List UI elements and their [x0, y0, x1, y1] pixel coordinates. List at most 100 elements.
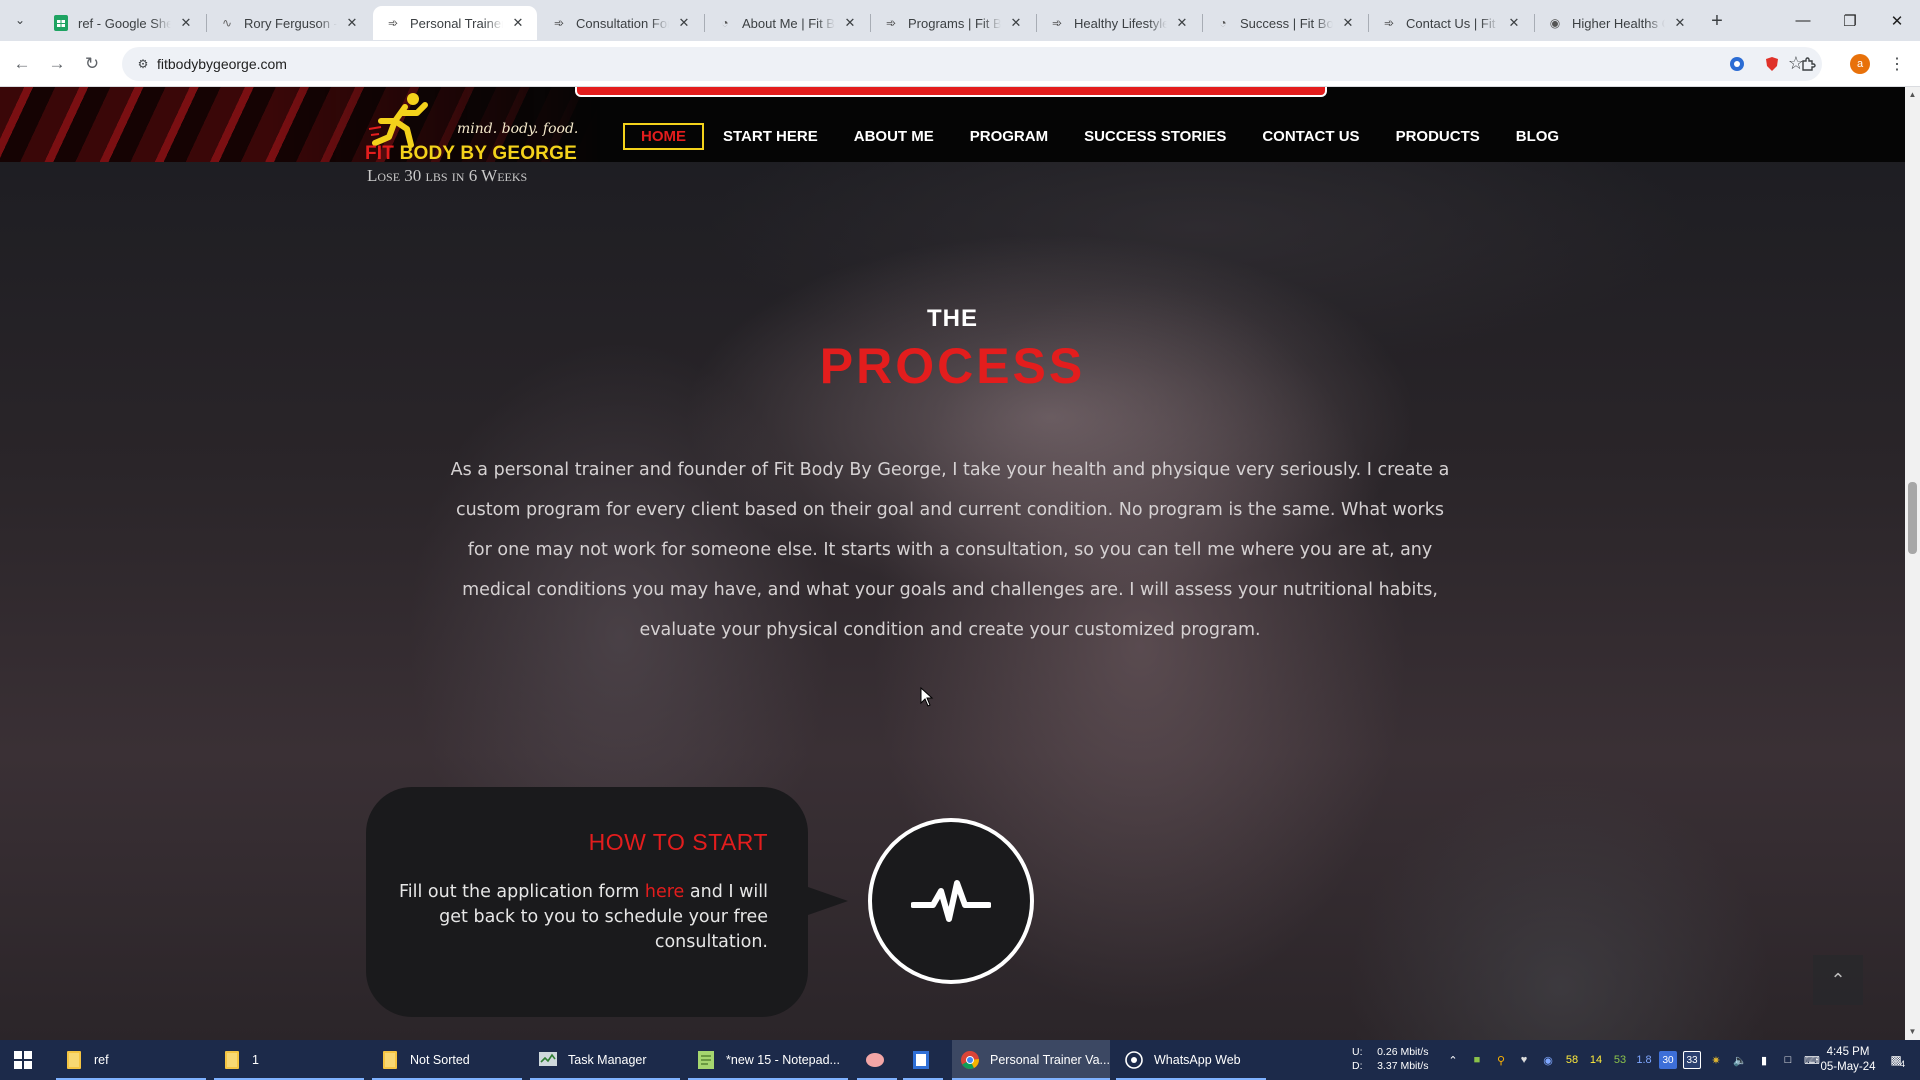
browser-tab[interactable]: ➾ Healthy Lifestyle ✕	[1037, 6, 1201, 40]
app-icon	[865, 1050, 885, 1070]
browser-tab[interactable]: ➾ Personal Trainer V ✕	[373, 6, 537, 40]
application-form-link[interactable]: here	[645, 882, 684, 902]
process-description: As a personal trainer and founder of Fit…	[450, 460, 1450, 640]
browser-tab[interactable]: ➾ Contact Us | Fit Bo ✕	[1369, 6, 1533, 40]
taskbar-item[interactable]: ref	[56, 1040, 206, 1080]
tab-close-icon[interactable]: ✕	[1505, 14, 1523, 32]
scrollbar-thumb[interactable]	[1908, 482, 1917, 554]
site-logo[interactable]: mind. body. food. FIT BODY BY GEORGE Los…	[365, 91, 578, 185]
minimize-button[interactable]: —	[1780, 0, 1826, 41]
taskbar-item[interactable]: WhatsApp Web	[1116, 1040, 1266, 1080]
browser-tab[interactable]: ◔ About Me | Fit Bo ✕	[705, 6, 869, 40]
browser-tab[interactable]: ∿ Rory Ferguson - P ✕	[207, 6, 371, 40]
runner-icon: ➾	[1383, 16, 1395, 30]
tray-app-icon[interactable]: ■	[1468, 1051, 1486, 1069]
notepad-plus-icon	[696, 1050, 716, 1070]
start-button[interactable]	[0, 1040, 46, 1080]
tab-close-icon[interactable]: ✕	[509, 14, 527, 32]
task-manager-icon	[538, 1050, 558, 1070]
browser-tab[interactable]: ◉ Higher Healths Ca ✕	[1535, 6, 1699, 40]
nav-item-blog[interactable]: BLOG	[1499, 124, 1576, 149]
top-banner-bar[interactable]	[575, 87, 1327, 97]
tab-close-icon[interactable]: ✕	[1007, 14, 1025, 32]
profile-initial: a	[1856, 58, 1864, 70]
tab-close-icon[interactable]: ✕	[841, 14, 859, 32]
network-icon[interactable]: □	[1779, 1051, 1797, 1069]
tab-title: Higher Healths Ca	[1572, 15, 1665, 31]
profile-avatar[interactable]: a	[1849, 53, 1871, 75]
reload-button[interactable]: ↻	[78, 50, 106, 78]
nav-item-contact-us[interactable]: CONTACT US	[1245, 124, 1376, 149]
tray-number-5: 30	[1659, 1051, 1677, 1069]
card-pointer	[808, 887, 848, 915]
page-scrollbar[interactable]: ▲ ▼	[1905, 87, 1920, 1040]
nav-item-start-here[interactable]: START HERE	[706, 124, 835, 149]
tab-close-icon[interactable]: ✕	[675, 14, 693, 32]
runner-icon: ➾	[387, 16, 399, 30]
taskbar-item-label: WhatsApp Web	[1154, 1053, 1241, 1067]
search-tray-icon[interactable]: ⚲	[1492, 1051, 1510, 1069]
back-to-top-button[interactable]: ⌃	[1813, 955, 1863, 1005]
nav-item-success-stories[interactable]: SUCCESS STORIES	[1067, 124, 1243, 149]
tab-close-icon[interactable]: ✕	[1671, 14, 1689, 32]
nav-item-about-me[interactable]: ABOUT ME	[837, 124, 951, 149]
url-text[interactable]: fitbodybygeorge.com	[157, 56, 287, 72]
chrome-icon	[960, 1050, 980, 1070]
forward-button[interactable]: →	[43, 50, 71, 78]
tab-close-icon[interactable]: ✕	[1339, 14, 1357, 32]
tab-close-icon[interactable]: ✕	[343, 14, 361, 32]
browser-tab[interactable]: ◔ Success | Fit Body ✕	[1203, 6, 1367, 40]
taskbar-item[interactable]: 1	[214, 1040, 364, 1080]
taskbar-item[interactable]: Task Manager	[530, 1040, 680, 1080]
whatsapp-icon	[1124, 1050, 1144, 1070]
extensions-puzzle-icon[interactable]	[1797, 53, 1819, 75]
taskbar-item[interactable]: Not Sorted	[372, 1040, 522, 1080]
tab-close-icon[interactable]: ✕	[1173, 14, 1191, 32]
notification-count: 4	[1899, 1059, 1905, 1069]
nav-item-program[interactable]: PROGRAM	[953, 124, 1065, 149]
notification-center-button[interactable]: ▩ 4	[1886, 1050, 1906, 1070]
extension-icon-1[interactable]	[1726, 53, 1748, 75]
browser-menu-button[interactable]: ⋮	[1886, 53, 1908, 75]
mouse-cursor-icon	[920, 687, 934, 707]
volume-icon[interactable]: 🔈	[1731, 1051, 1749, 1069]
tab-search-button[interactable]: ⌄	[8, 8, 32, 32]
browser-tab[interactable]: ➾ Programs | Fit Boc ✕	[871, 6, 1035, 40]
nav-item-home[interactable]: HOME	[623, 122, 704, 150]
taskbar-item[interactable]	[857, 1040, 897, 1080]
close-window-button[interactable]: ✕	[1874, 0, 1920, 41]
new-tab-button[interactable]: +	[1704, 8, 1730, 34]
nav-item-products[interactable]: PRODUCTS	[1379, 124, 1497, 149]
minimize-icon: —	[1795, 12, 1811, 29]
how-to-start-card: HOW TO START Fill out the application fo…	[366, 787, 808, 1017]
plus-icon: +	[1711, 9, 1723, 32]
tray-app-2-icon[interactable]: ✷	[1707, 1051, 1725, 1069]
tray-number-3: 53	[1613, 1054, 1627, 1066]
chevron-up-icon: ⌃	[1830, 969, 1846, 990]
clock-date: 05-May-24	[1820, 1061, 1876, 1073]
browser-tab[interactable]: ➾ Consultation Form ✕	[539, 6, 703, 40]
site-info-icon[interactable]: ⚙	[134, 55, 152, 73]
taskbar-item[interactable]: *new 15 - Notepad...	[688, 1040, 848, 1080]
taskbar-item[interactable]: Personal Trainer Va...	[952, 1040, 1110, 1080]
signature-icon: ∿	[221, 16, 233, 30]
shield-extension-icon[interactable]	[1761, 53, 1783, 75]
taskbar-item-label: ref	[94, 1053, 109, 1067]
battery-icon[interactable]: ▮	[1755, 1051, 1773, 1069]
show-hidden-icons-chevron-icon[interactable]: ⌃	[1444, 1051, 1462, 1069]
tab-close-icon[interactable]: ✕	[177, 14, 195, 32]
tab-separator	[1202, 14, 1203, 32]
restore-button[interactable]: ❐	[1827, 0, 1873, 41]
arrow-left-icon: ←	[13, 54, 31, 73]
logo-brand: FIT BODY BY GEORGE	[365, 143, 577, 165]
scroll-down-arrow-icon[interactable]: ▼	[1908, 1027, 1917, 1036]
scroll-up-arrow-icon[interactable]: ▲	[1908, 90, 1917, 99]
clock[interactable]: 4:45 PM 05-May-24	[1818, 1045, 1878, 1075]
browser-tab-strip: ⌄ ref - Google Sheets ✕ ∿ Rory Ferguson - P…	[0, 0, 1920, 41]
tray-heart-icon[interactable]: ♥	[1515, 1051, 1533, 1069]
taskbar-item[interactable]	[903, 1040, 943, 1080]
back-button[interactable]: ←	[8, 50, 36, 78]
tray-globe-icon[interactable]: ◉	[1539, 1051, 1557, 1069]
address-bar[interactable]: ⚙ fitbodybygeorge.com ☆	[122, 47, 1822, 81]
browser-tab[interactable]: ref - Google Sheets ✕	[41, 6, 205, 40]
